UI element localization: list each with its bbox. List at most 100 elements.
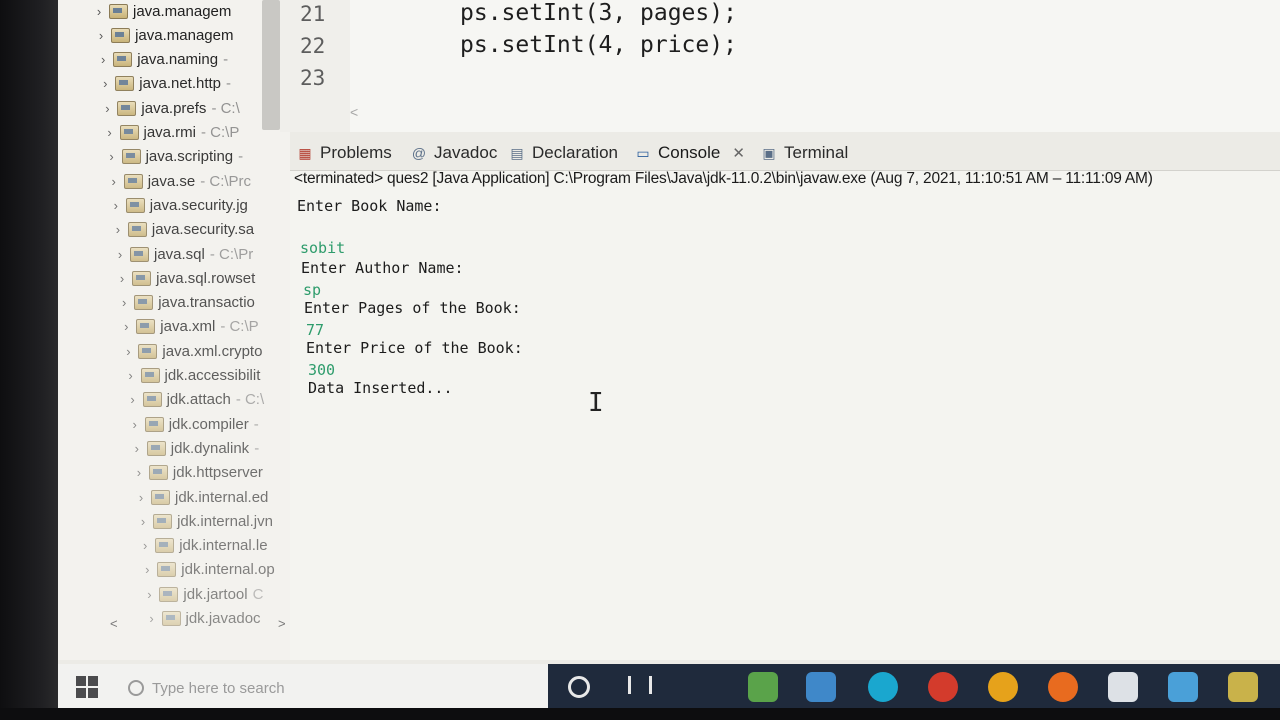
explorer-tree-item[interactable]: › jdk.internal.ed bbox=[136, 486, 273, 508]
explorer-tree-item[interactable]: › jdk.compiler - bbox=[130, 413, 259, 435]
scroll-left-icon[interactable]: < bbox=[350, 104, 358, 120]
explorer-tree-item[interactable]: › jdk.dynalink - bbox=[132, 437, 260, 459]
explorer-tree-item[interactable]: › jdk.internal.jvn bbox=[138, 510, 278, 532]
tab-console[interactable]: ▭ Console ✕ bbox=[634, 140, 745, 166]
explorer-tree-item[interactable]: › java.xml - C:\P bbox=[121, 316, 259, 338]
package-explorer: › java.managem › java.managem › java.naming -… bbox=[58, 0, 290, 660]
console-input-text: sp bbox=[303, 281, 322, 299]
explorer-item-label: java.managem bbox=[133, 2, 232, 20]
expand-chevron-icon[interactable]: › bbox=[130, 417, 140, 432]
explorer-tree-item[interactable]: › java.xml.crypto bbox=[123, 340, 267, 362]
explorer-tree-item[interactable]: › java.managem bbox=[96, 24, 238, 46]
scroll-right-icon[interactable]: > bbox=[278, 616, 286, 631]
editor-horizontal-scrollbar[interactable]: < bbox=[350, 104, 1280, 126]
explorer-tree-item[interactable]: › java.rmi - C:\P bbox=[105, 122, 239, 144]
console-icon: ▭ bbox=[636, 144, 650, 161]
close-icon[interactable]: ✕ bbox=[732, 144, 745, 162]
expand-chevron-icon[interactable]: › bbox=[119, 295, 129, 310]
explorer-tree-item[interactable]: › jdk.internal.op bbox=[142, 559, 279, 581]
explorer-item-label: jdk.jartool bbox=[183, 585, 248, 603]
terminal-icon: ▣ bbox=[762, 144, 776, 161]
chrome-icon[interactable] bbox=[988, 672, 1018, 702]
expand-chevron-icon[interactable]: › bbox=[132, 441, 142, 456]
mail-icon[interactable] bbox=[806, 672, 836, 702]
console-output-text: Enter Price of the Book: bbox=[306, 339, 523, 357]
app-icon[interactable] bbox=[1108, 672, 1138, 702]
expand-chevron-icon[interactable]: › bbox=[142, 562, 152, 577]
jar-icon bbox=[148, 465, 168, 481]
explorer-tree-item[interactable]: › java.net.http - bbox=[100, 73, 231, 95]
explorer-item-label: jdk.internal.le bbox=[179, 537, 268, 555]
expand-chevron-icon[interactable]: › bbox=[138, 514, 148, 529]
explorer-item-label: java.managem bbox=[135, 26, 234, 44]
explorer-tree-item[interactable]: › jdk.internal.le bbox=[140, 535, 272, 557]
explorer-tree-item[interactable]: › java.sql - C:\Pr bbox=[115, 243, 253, 265]
explorer-item-label: jdk.internal.ed bbox=[175, 488, 269, 506]
line-number: 22 bbox=[300, 34, 326, 58]
tab-javadoc[interactable]: @ Javadoc bbox=[410, 140, 497, 166]
start-button[interactable] bbox=[76, 676, 98, 698]
firefox-icon[interactable] bbox=[1048, 672, 1078, 702]
expand-chevron-icon[interactable]: › bbox=[113, 222, 123, 237]
expand-chevron-icon[interactable]: › bbox=[144, 587, 154, 602]
jar-icon bbox=[127, 222, 147, 238]
expand-chevron-icon[interactable]: › bbox=[111, 198, 121, 213]
expand-chevron-icon[interactable]: › bbox=[100, 76, 110, 91]
expand-chevron-icon[interactable]: › bbox=[117, 271, 127, 286]
explorer-tree-item[interactable]: › java.se - C:\Prc bbox=[109, 170, 252, 192]
explorer-tree-item[interactable]: › java.security.jg bbox=[111, 194, 253, 216]
explorer-tree-item[interactable]: › jdk.jartool C bbox=[144, 583, 263, 605]
explorer-tree-item[interactable]: › java.scripting - bbox=[107, 146, 243, 168]
taskbar-search[interactable]: Type here to search bbox=[128, 674, 548, 702]
explorer-horizontal-scrollbar[interactable]: < > ˅ bbox=[110, 598, 302, 632]
expand-chevron-icon[interactable]: › bbox=[94, 4, 104, 19]
code-line[interactable]: ps.setInt(3, pages); bbox=[460, 0, 737, 26]
explorer-tree-item[interactable]: › java.prefs - C:\ bbox=[102, 97, 240, 119]
console-input-text: 300 bbox=[308, 361, 336, 379]
explorer-item-path: - C:\Prc bbox=[200, 172, 252, 190]
expand-chevron-icon[interactable]: › bbox=[102, 101, 112, 116]
expand-chevron-icon[interactable]: › bbox=[107, 149, 117, 164]
console-output-text: Data Inserted... bbox=[308, 379, 453, 397]
expand-chevron-icon[interactable]: › bbox=[96, 28, 106, 43]
expand-chevron-icon[interactable]: › bbox=[123, 344, 133, 359]
photos-icon[interactable] bbox=[748, 672, 778, 702]
explorer-tree-item[interactable]: › java.security.sa bbox=[113, 219, 259, 241]
explorer-tree-item[interactable]: › jdk.attach - C:\ bbox=[128, 389, 264, 411]
tab-declaration[interactable]: ▤ Declaration bbox=[508, 140, 618, 166]
code-editor[interactable]: < 21 ps.setInt(3, pages); 22 ps.setInt(4, p… bbox=[280, 0, 1280, 132]
expand-chevron-icon[interactable]: › bbox=[121, 319, 131, 334]
expand-chevron-icon[interactable]: › bbox=[126, 368, 136, 383]
task-view-icon[interactable] bbox=[628, 676, 652, 694]
jar-icon bbox=[157, 562, 177, 578]
expand-chevron-icon[interactable]: › bbox=[136, 490, 146, 505]
edge-icon[interactable] bbox=[868, 672, 898, 702]
search-icon bbox=[128, 680, 144, 696]
expand-chevron-icon[interactable]: › bbox=[109, 174, 119, 189]
monitor-bezel bbox=[0, 0, 58, 720]
folder-icon[interactable] bbox=[1228, 672, 1258, 702]
expand-chevron-icon[interactable]: › bbox=[105, 125, 115, 140]
line-number: 23 bbox=[300, 66, 326, 90]
explorer-tree-item[interactable]: › jdk.httpserver bbox=[134, 462, 268, 484]
cortana-icon[interactable] bbox=[568, 676, 590, 698]
explorer-item-label: jdk.internal.op bbox=[181, 561, 275, 579]
explorer-vertical-scrollbar[interactable] bbox=[262, 0, 280, 130]
expand-chevron-icon[interactable]: › bbox=[115, 247, 125, 262]
opera-icon[interactable] bbox=[928, 672, 958, 702]
line-number: 21 bbox=[300, 2, 326, 26]
explorer-tree-item[interactable]: › java.managem bbox=[94, 0, 236, 22]
tab-problems[interactable]: ▦ Problems bbox=[296, 140, 391, 166]
tab-terminal[interactable]: ▣ Terminal bbox=[760, 140, 848, 166]
explorer-tree-item[interactable]: › java.transactio bbox=[119, 292, 260, 314]
expand-chevron-icon[interactable]: › bbox=[128, 392, 138, 407]
explorer-tree-item[interactable]: › java.naming - bbox=[98, 49, 228, 71]
store-icon[interactable] bbox=[1168, 672, 1198, 702]
explorer-tree-item[interactable]: › java.sql.rowset bbox=[117, 267, 260, 289]
explorer-tree-item[interactable]: › jdk.accessibilit bbox=[126, 365, 266, 387]
expand-chevron-icon[interactable]: › bbox=[98, 52, 108, 67]
code-line[interactable]: ps.setInt(4, price); bbox=[460, 32, 737, 58]
expand-chevron-icon[interactable]: › bbox=[134, 465, 144, 480]
expand-chevron-icon[interactable]: › bbox=[140, 538, 150, 553]
scroll-left-icon[interactable]: < bbox=[110, 616, 118, 631]
